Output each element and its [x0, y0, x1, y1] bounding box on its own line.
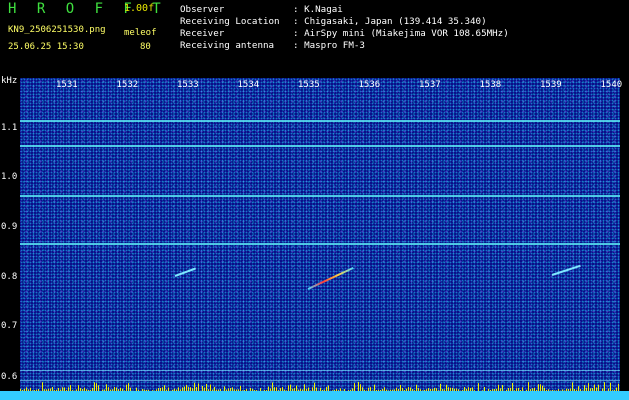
antenna-value: : Maspro FM-3 [293, 40, 365, 51]
location-label: Receiving Location [180, 16, 280, 27]
y-tick-label: 0.9 [1, 222, 18, 232]
noise-texture [20, 78, 620, 400]
x-tick-label: 1531 [56, 80, 78, 90]
carrier-line [20, 243, 620, 245]
signal-spikes [20, 382, 619, 391]
version-label: 1.00f [124, 3, 155, 14]
carrier-line [20, 195, 620, 197]
x-tick-label: 1534 [237, 80, 260, 90]
x-tick-label: 1539 [540, 80, 562, 90]
receiver-label: Receiver [180, 28, 225, 39]
x-tick-label: 1532 [116, 80, 139, 90]
datetime-label: 25.06.25 15:30 [8, 42, 84, 52]
filename-label: KN9_2506251530.png [8, 25, 106, 35]
antenna-label: Receiving antenna [180, 40, 275, 51]
count-label: 80 [140, 42, 151, 52]
x-tick-label: 1536 [358, 80, 381, 90]
x-tick-label: 1540 [600, 80, 623, 90]
x-tick-label: 1533 [177, 80, 199, 90]
x-tick-label: 1538 [479, 80, 502, 90]
metadata-block: Observer : K.Nagai Receiving Location : Ch… [180, 4, 509, 52]
observer-value: : K.Nagai [293, 4, 343, 15]
y-tick-label: 1.0 [1, 172, 18, 182]
carrier-line [20, 120, 620, 122]
mode-label: meleof [124, 28, 157, 38]
x-tick-label: 1537 [419, 80, 441, 90]
y-tick-label: 0.6 [1, 372, 18, 382]
location-value: : Chigasaki, Japan (139.414 35.340) [293, 16, 487, 27]
x-tick-label: 1535 [298, 80, 320, 90]
carrier-line [20, 145, 620, 147]
y-tick-label: 0.8 [1, 272, 18, 282]
spectrogram-plot [20, 78, 620, 400]
receiver-value: : AirSpy mini (Miakejima VOR 108.65MHz) [293, 28, 509, 39]
y-tick-label: 1.1 [1, 123, 18, 133]
y-axis-unit: kHz [1, 76, 18, 86]
header-panel: H R O F F T 1.00f KN9_2506251530.png mel… [0, 0, 629, 78]
reference-line [20, 370, 620, 371]
y-tick-label: 0.7 [1, 321, 18, 331]
observer-label: Observer [180, 4, 225, 15]
level-bar [0, 391, 629, 400]
